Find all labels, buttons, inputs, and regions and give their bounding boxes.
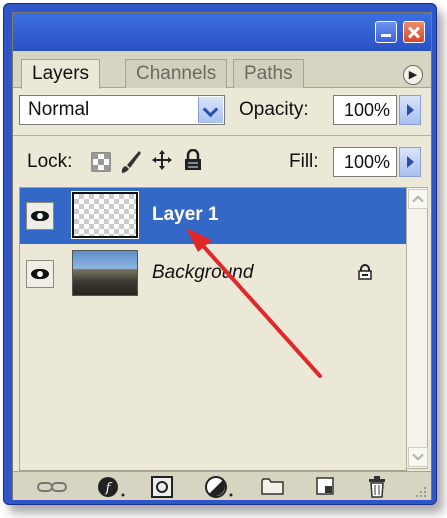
layer-thumbnail	[72, 250, 138, 296]
new-group-icon[interactable]	[261, 476, 285, 496]
lock-image-pixels-icon[interactable]	[119, 149, 143, 175]
fill-input[interactable]: 100%	[333, 147, 397, 177]
blend-mode-value: Normal	[28, 99, 90, 120]
fill-label: Fill:	[289, 151, 319, 172]
resize-grip-icon[interactable]	[413, 484, 427, 498]
opacity-slider-button[interactable]	[399, 95, 421, 125]
tab-layers[interactable]: Layers	[21, 59, 101, 89]
new-layer-icon[interactable]	[315, 476, 335, 496]
divider	[13, 135, 431, 136]
panel-tabs: Layers Channels Paths ▶	[13, 51, 431, 89]
lock-label: Lock:	[27, 151, 73, 172]
scroll-down-icon[interactable]	[408, 447, 428, 467]
lock-position-icon[interactable]	[151, 149, 173, 171]
layers-scrollbar[interactable]	[406, 187, 428, 469]
chevron-down-icon[interactable]	[198, 97, 223, 123]
lock-row: Lock: Fill: 100%	[13, 137, 431, 183]
minimize-button[interactable]	[375, 21, 397, 43]
opacity-label: Opacity:	[239, 99, 309, 120]
layers-panel: Layers Channels Paths ▶ Normal Opacity: …	[12, 12, 432, 500]
adjustment-layer-icon[interactable]	[205, 476, 235, 498]
layers-panel-window: Layers Channels Paths ▶ Normal Opacity: …	[3, 3, 437, 505]
delete-layer-icon[interactable]	[367, 476, 387, 498]
fill-slider-button[interactable]	[399, 147, 421, 177]
scroll-up-icon[interactable]	[408, 189, 428, 209]
layer-row-background[interactable]: Background	[20, 246, 406, 302]
tab-paths[interactable]: Paths	[233, 59, 304, 88]
blend-mode-select[interactable]: Normal	[19, 95, 225, 125]
blend-row: Normal Opacity: 100%	[13, 87, 431, 133]
visibility-eye-icon[interactable]	[26, 202, 54, 230]
layer-row-layer-1[interactable]: Layer 1	[20, 188, 406, 244]
lock-transparent-pixels-icon[interactable]	[91, 152, 111, 172]
layer-name[interactable]: Layer 1	[152, 204, 219, 226]
layer-mask-icon[interactable]	[151, 476, 175, 498]
close-button[interactable]	[403, 21, 425, 43]
opacity-input[interactable]: 100%	[333, 95, 397, 125]
layers-list: Layer 1 Background	[19, 187, 407, 471]
link-layers-icon[interactable]	[37, 480, 67, 494]
tab-channels[interactable]: Channels	[125, 59, 228, 88]
layer-style-icon[interactable]: f	[97, 476, 127, 498]
layer-name[interactable]: Background	[152, 262, 253, 284]
layers-toolbar: f	[13, 471, 431, 500]
visibility-eye-icon[interactable]	[26, 260, 54, 288]
lock-all-icon[interactable]	[183, 149, 203, 171]
layer-thumbnail	[71, 191, 139, 239]
title-bar[interactable]	[13, 13, 431, 51]
lock-icon	[358, 264, 372, 280]
panel-menu-button[interactable]: ▶	[403, 65, 423, 85]
